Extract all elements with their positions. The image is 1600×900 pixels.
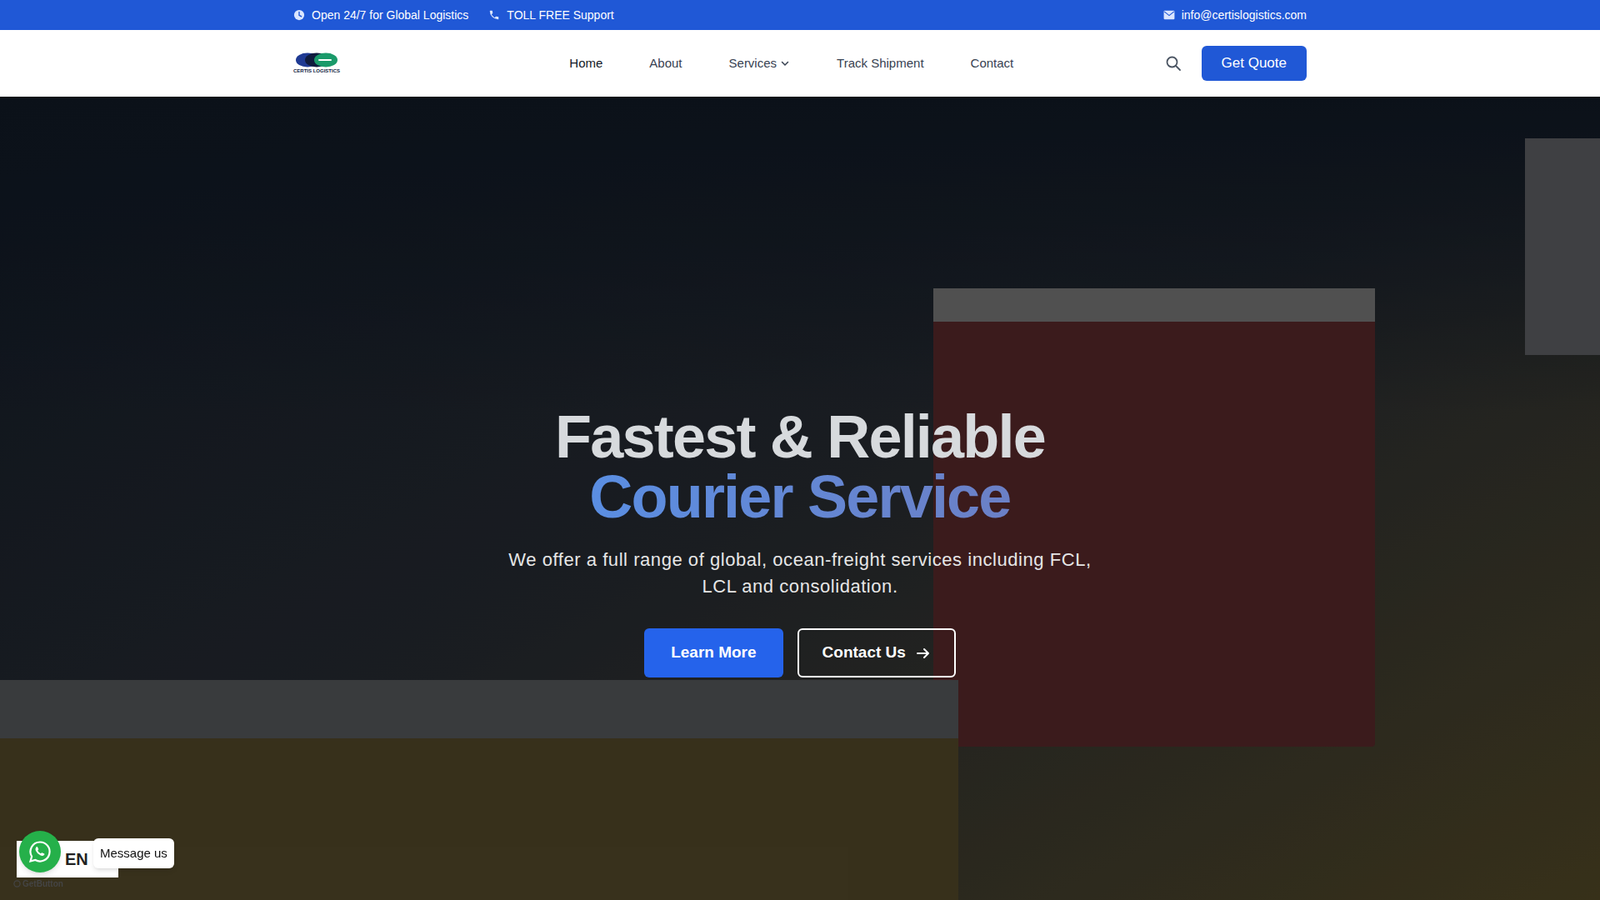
hero-subtitle: We offer a full range of global, ocean-f… <box>491 546 1109 600</box>
clock-icon <box>293 9 305 21</box>
mail-icon <box>1163 10 1175 20</box>
main-nav: Home About Services Track Shipment Contact <box>510 54 1165 74</box>
hero-title-line: Fastest & Reliable <box>555 406 1045 467</box>
hero-title-highlight: Courier Service <box>589 466 1010 527</box>
hours-text: Open 24/7 for Global Logistics <box>311 6 469 25</box>
logo-icon <box>294 51 340 69</box>
contact-us-button[interactable]: Contact Us <box>797 628 956 678</box>
whatsapp-button[interactable] <box>19 830 61 873</box>
email-info[interactable]: info@certislogistics.com <box>1163 6 1307 25</box>
phone-info[interactable]: TOLL FREE Support <box>488 6 614 25</box>
search-icon[interactable] <box>1165 55 1182 72</box>
phone-icon <box>488 9 500 21</box>
learn-more-button[interactable]: Learn More <box>644 628 783 678</box>
nav-link[interactable]: Contact <box>970 54 1015 74</box>
nav-link[interactable]: Track Shipment <box>836 54 924 74</box>
navbar: CERTIS LOGISTICS Home About Services Track S… <box>0 30 1600 97</box>
whatsapp-icon[interactable] <box>27 839 53 865</box>
logo[interactable]: CERTIS LOGISTICS <box>293 51 510 75</box>
chat-tooltip-text[interactable]: Message us <box>100 845 168 860</box>
nav-label[interactable]: About <box>649 54 682 74</box>
language-label[interactable]: EN <box>65 846 89 872</box>
chevron-down-icon[interactable] <box>780 58 790 69</box>
nav-label[interactable]: Track Shipment <box>836 54 924 74</box>
nav-link[interactable]: Home <box>569 54 603 74</box>
chat-tooltip[interactable]: Message us <box>93 838 175 869</box>
button-label[interactable]: Contact Us <box>822 640 906 665</box>
button-label[interactable]: Learn More <box>670 640 756 665</box>
hero-title: Fastest & ReliableCourier Service <box>555 406 1045 527</box>
top-bar: Open 24/7 for Global Logistics TOLL FREE … <box>0 0 1600 30</box>
nav-link[interactable]: About <box>649 54 682 74</box>
phone-text[interactable]: TOLL FREE Support <box>506 6 614 25</box>
get-quote-label[interactable]: Get Quote <box>1221 52 1287 75</box>
getbutton-brand[interactable]: GetButton <box>13 877 64 890</box>
email-link[interactable]: info@certislogistics.com <box>1181 6 1307 25</box>
get-quote-button[interactable]: Get Quote <box>1201 45 1307 81</box>
hero-buttons: Learn More Contact Us <box>644 628 956 678</box>
hours-info: Open 24/7 for Global Logistics <box>293 6 469 25</box>
logo-text[interactable]: CERTIS LOGISTICS <box>293 68 340 75</box>
nav-label[interactable]: Home <box>569 54 603 74</box>
getbutton-text[interactable]: GetButton <box>22 877 64 890</box>
getbutton-icon <box>13 880 21 888</box>
nav-link[interactable]: Services <box>729 54 791 74</box>
nav-label[interactable]: Services <box>729 54 778 74</box>
hero: Fastest & ReliableCourier Service We offe… <box>0 96 1600 900</box>
nav-label[interactable]: Contact <box>970 54 1015 74</box>
arrow-right-icon[interactable] <box>915 645 931 661</box>
